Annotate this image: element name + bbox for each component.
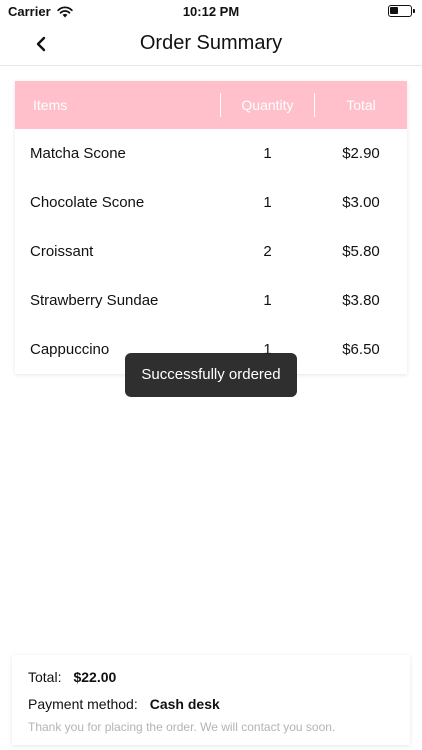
- total-value: $22.00: [73, 669, 117, 685]
- table-row: Chocolate Scone 1 $3.00: [15, 178, 407, 227]
- table-row: Strawberry Sundae 1 $3.80: [15, 276, 407, 325]
- table-header: Items Quantity Total: [15, 81, 407, 129]
- navigation-bar: Order Summary: [0, 22, 422, 66]
- header-quantity: Quantity: [241, 97, 294, 113]
- order-summary-screen: Carrier 10:12 PM Order Summary Items Qua…: [0, 0, 422, 750]
- payment-method-label: Payment method:: [28, 696, 138, 712]
- item-quantity: 1: [263, 145, 272, 162]
- item-quantity: 1: [263, 292, 272, 309]
- order-items-card: Items Quantity Total Matcha Scone 1 $2.9…: [15, 81, 407, 374]
- order-summary-footer: Total: $22.00 Payment method: Cash desk …: [12, 655, 410, 745]
- item-name: Chocolate Scone: [30, 194, 145, 211]
- item-name: Croissant: [30, 243, 94, 260]
- item-quantity: 1: [263, 194, 272, 211]
- item-quantity: 2: [263, 243, 272, 260]
- payment-line: Payment method: Cash desk: [28, 692, 394, 716]
- total-label: Total:: [28, 669, 62, 685]
- header-total: Total: [346, 97, 376, 113]
- table-body: Matcha Scone 1 $2.90 Chocolate Scone 1 $…: [15, 129, 407, 374]
- table-row: Matcha Scone 1 $2.90: [15, 129, 407, 178]
- battery-level: [390, 7, 398, 14]
- header-items: Items: [33, 97, 68, 113]
- item-name: Strawberry Sundae: [30, 292, 159, 309]
- item-name: Cappuccino: [30, 341, 110, 358]
- item-total: $3.80: [342, 292, 380, 309]
- status-bar: Carrier 10:12 PM: [0, 0, 422, 22]
- item-total: $5.80: [342, 243, 380, 260]
- success-toast: Successfully ordered: [125, 353, 297, 397]
- item-total: $2.90: [342, 145, 380, 162]
- item-name: Matcha Scone: [30, 145, 126, 162]
- item-total: $6.50: [342, 341, 380, 358]
- table-row: Croissant 2 $5.80: [15, 227, 407, 276]
- payment-method-value: Cash desk: [149, 696, 220, 712]
- thank-you-note: Thank you for placing the order. We will…: [28, 720, 336, 734]
- page-title: Order Summary: [139, 32, 283, 54]
- total-line: Total: $22.00: [28, 665, 394, 689]
- status-time: 10:12 PM: [182, 4, 240, 19]
- item-total: $3.00: [342, 194, 380, 211]
- battery-icon: [388, 5, 415, 17]
